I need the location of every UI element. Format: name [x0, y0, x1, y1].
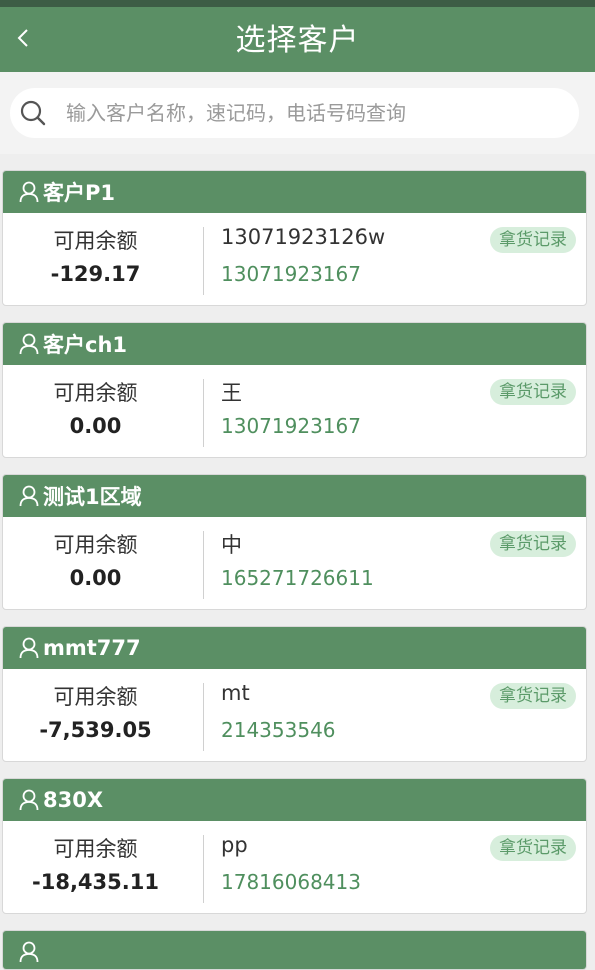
contact-name: pp [221, 833, 248, 857]
search-bar [0, 72, 595, 154]
purchase-history-button[interactable]: 拿货记录 [490, 835, 576, 861]
balance-value: 0.00 [69, 566, 122, 590]
customer-card[interactable]: 客户ch1 可用余额 0.00 王 13071923167 拿货记录 [2, 322, 587, 458]
phone-number: 13071923167 [221, 262, 361, 286]
app-header: 选择客户 [0, 7, 595, 72]
purchase-history-button[interactable]: 拿货记录 [490, 683, 576, 709]
user-icon [19, 636, 41, 660]
balance-block: 可用余额 -129.17 [3, 213, 188, 305]
phone-number: 13071923167 [221, 414, 361, 438]
balance-label: 可用余额 [53, 381, 138, 405]
user-icon [19, 484, 41, 508]
contact-name: 13071923126w [221, 225, 386, 249]
balance-label: 可用余额 [53, 229, 138, 253]
contact-name: mt [221, 681, 250, 705]
customer-name: mmt777 [43, 636, 141, 660]
search-box[interactable] [10, 88, 579, 138]
customer-name: 客户P1 [43, 181, 116, 205]
customer-body: 可用余额 0.00 中 165271726611 拿货记录 [3, 517, 586, 609]
customer-card[interactable]: 测试1区域 可用余额 0.00 中 165271726611 拿货记录 [2, 474, 587, 610]
purchase-history-button[interactable]: 拿货记录 [490, 531, 576, 557]
status-bar [0, 0, 595, 7]
user-icon [19, 788, 41, 812]
user-icon [19, 180, 41, 204]
customer-name: 客户ch1 [43, 333, 128, 357]
balance-value: -18,435.11 [32, 870, 159, 894]
customer-card[interactable] [2, 930, 587, 970]
balance-value: 0.00 [69, 414, 122, 438]
customer-card[interactable]: 客户P1 可用余额 -129.17 13071923126w 130719231… [2, 170, 587, 306]
balance-block: 可用余额 0.00 [3, 517, 188, 609]
search-input[interactable] [66, 101, 546, 125]
balance-label: 可用余额 [53, 533, 138, 557]
balance-value: -129.17 [50, 262, 141, 286]
page-title: 选择客户 [235, 23, 360, 58]
customer-card[interactable]: mmt777 可用余额 -7,539.05 mt 214353546 拿货记录 [2, 626, 587, 762]
customer-body: 可用余额 0.00 王 13071923167 拿货记录 [3, 365, 586, 457]
contact-name: 中 [221, 533, 242, 557]
customer-body: 可用余额 -129.17 13071923126w 13071923167 拿货… [3, 213, 586, 305]
customer-name: 测试1区域 [43, 485, 142, 509]
customer-header: 客户P1 [3, 171, 586, 213]
divider [203, 835, 204, 903]
purchase-history-button[interactable]: 拿货记录 [490, 379, 576, 405]
balance-value: -7,539.05 [39, 718, 152, 742]
customer-card[interactable]: 830X 可用余额 -18,435.11 pp 17816068413 拿货记录 [2, 778, 587, 914]
phone-number: 165271726611 [221, 566, 374, 590]
customer-body: 可用余额 -18,435.11 pp 17816068413 拿货记录 [3, 821, 586, 913]
balance-label: 可用余额 [53, 837, 138, 861]
balance-block: 可用余额 -18,435.11 [3, 821, 188, 913]
customer-header [3, 931, 586, 969]
phone-number: 214353546 [221, 718, 336, 742]
divider [203, 227, 204, 295]
user-icon [19, 940, 41, 964]
purchase-history-button[interactable]: 拿货记录 [490, 227, 576, 253]
balance-label: 可用余额 [53, 685, 138, 709]
phone-number: 17816068413 [221, 870, 361, 894]
customer-header: 客户ch1 [3, 323, 586, 365]
contact-name: 王 [221, 381, 242, 405]
user-icon [19, 332, 41, 356]
customer-name: 830X [43, 788, 104, 812]
divider [203, 379, 204, 447]
customer-header: 测试1区域 [3, 475, 586, 517]
search-icon [18, 98, 48, 128]
customer-body: 可用余额 -7,539.05 mt 214353546 拿货记录 [3, 669, 586, 761]
customer-header: 830X [3, 779, 586, 821]
divider [203, 531, 204, 599]
balance-block: 可用余额 0.00 [3, 365, 188, 457]
customer-header: mmt777 [3, 627, 586, 669]
divider [203, 683, 204, 751]
balance-block: 可用余额 -7,539.05 [3, 669, 188, 761]
